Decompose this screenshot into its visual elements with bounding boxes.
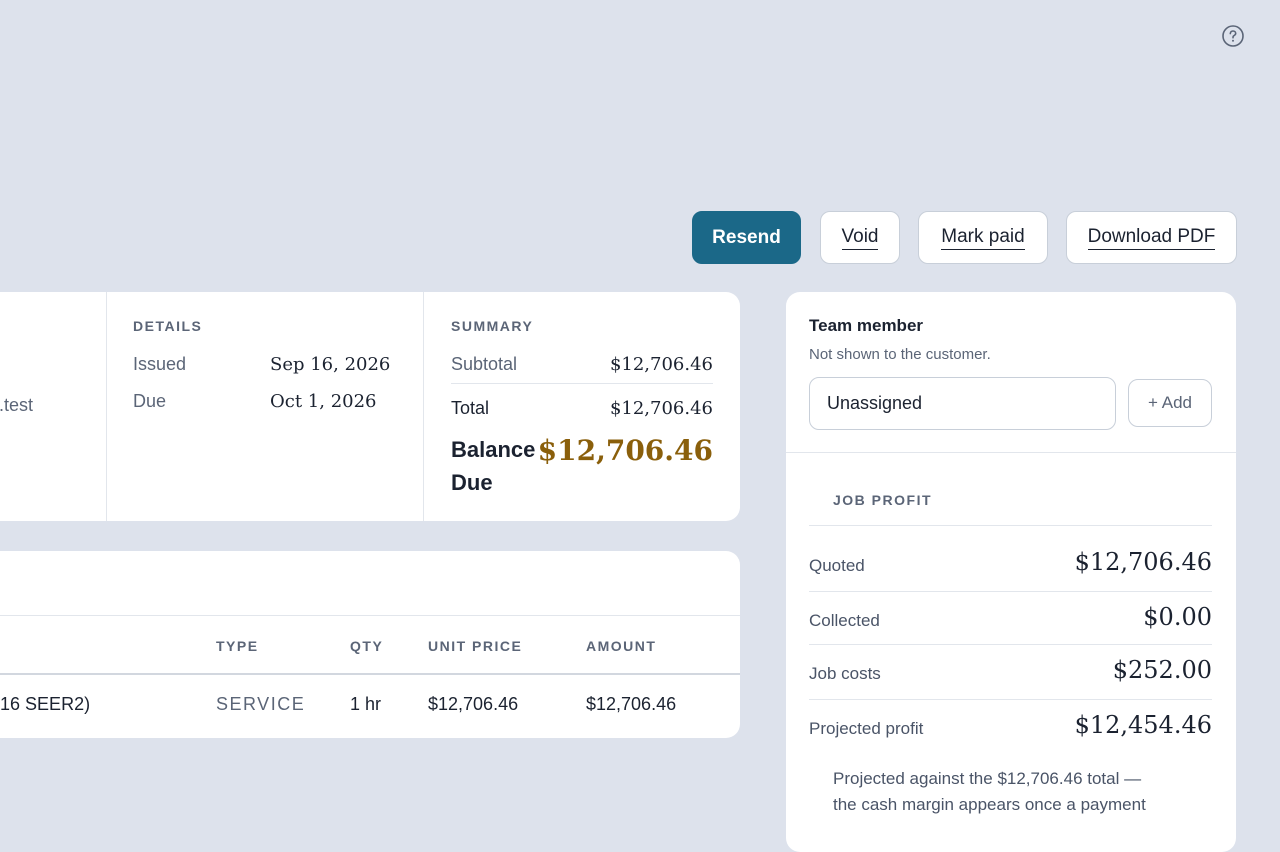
resend-button[interactable]: Resend	[692, 211, 801, 264]
summary-divider	[451, 383, 713, 384]
profit-value-job-costs: $252.00	[1112, 656, 1212, 684]
profit-value-quoted: $12,706.46	[1074, 548, 1212, 576]
job-profit-label: JOB PROFIT	[833, 492, 933, 508]
column-divider	[106, 292, 107, 521]
side-divider	[786, 452, 1236, 453]
total-label: Total	[451, 398, 490, 418]
profit-note: Projected against the $12,706.46 total —…	[833, 766, 1146, 818]
issued-date: Sep 16, 2026	[270, 354, 391, 375]
column-divider	[423, 292, 424, 521]
customer-email-fragment: .test	[0, 395, 34, 415]
row-unit-price: $12,706.46	[428, 694, 519, 714]
column-header-type: TYPE	[216, 638, 259, 654]
due-label: Due	[133, 391, 167, 411]
profit-note-line-2: the cash margin appears once a payment	[833, 795, 1146, 814]
team-member-select-value: Unassigned	[827, 393, 923, 413]
resend-label: Resend	[712, 226, 781, 248]
balance-label-line-2: Due	[451, 470, 493, 495]
profit-divider	[809, 644, 1212, 645]
profit-divider	[809, 591, 1212, 592]
balance-due-label: Balance Due	[451, 433, 535, 499]
column-header-qty: QTY	[350, 638, 384, 654]
summary-section-label: SUMMARY	[451, 318, 534, 334]
profit-divider	[809, 525, 1212, 526]
column-header-amount: AMOUNT	[586, 638, 657, 654]
team-member-select[interactable]: Unassigned	[809, 377, 1116, 430]
row-type: SERVICE	[216, 694, 306, 714]
subtotal-value: $12,706.46	[609, 354, 713, 375]
void-button[interactable]: Void	[820, 211, 900, 264]
download-pdf-button[interactable]: Download PDF	[1066, 211, 1237, 264]
due-date: Oct 1, 2026	[270, 391, 377, 412]
question-circle-icon[interactable]	[1222, 25, 1244, 47]
profit-value-collected: $0.00	[1143, 603, 1212, 631]
mark-paid-label: Mark paid	[941, 226, 1025, 250]
details-section-label: DETAILS	[133, 318, 203, 334]
invoice-overview-card: .test DETAILS Issued Sep 16, 2026 Due Oc…	[0, 292, 740, 521]
profit-label-projected: Projected profit	[809, 719, 924, 738]
profit-divider	[809, 699, 1212, 700]
add-team-member-button[interactable]: + Add	[1128, 379, 1212, 427]
table-top-divider	[0, 615, 740, 616]
profit-label-collected: Collected	[809, 611, 880, 630]
table-header-divider	[0, 673, 740, 675]
void-label: Void	[841, 226, 879, 250]
balance-label-line-1: Balance	[451, 437, 536, 462]
side-panel-card: Team member Not shown to the customer. U…	[786, 292, 1236, 852]
line-items-card: TYPE QTY UNIT PRICE AMOUNT on, 16 SEER2)…	[0, 551, 740, 738]
mark-paid-button[interactable]: Mark paid	[918, 211, 1048, 264]
profit-value-projected: $12,454.46	[1074, 711, 1212, 739]
profit-note-line-1: Projected against the $12,706.46 total —	[833, 769, 1142, 788]
profit-label-quoted: Quoted	[809, 556, 865, 575]
column-header-unit-price: UNIT PRICE	[428, 638, 523, 654]
add-team-member-label: + Add	[1148, 393, 1192, 412]
team-member-title: Team member	[809, 316, 924, 335]
team-member-subtitle: Not shown to the customer.	[809, 346, 991, 363]
row-description: on, 16 SEER2)	[0, 694, 91, 714]
subtotal-label: Subtotal	[451, 354, 518, 374]
balance-due-value: $12,706.46	[537, 434, 713, 467]
download-pdf-label: Download PDF	[1087, 226, 1216, 250]
total-value: $12,706.46	[609, 398, 713, 419]
row-qty: 1 hr	[350, 694, 382, 714]
issued-label: Issued	[133, 354, 187, 374]
profit-label-job-costs: Job costs	[809, 664, 881, 683]
row-amount: $12,706.46	[586, 694, 677, 714]
